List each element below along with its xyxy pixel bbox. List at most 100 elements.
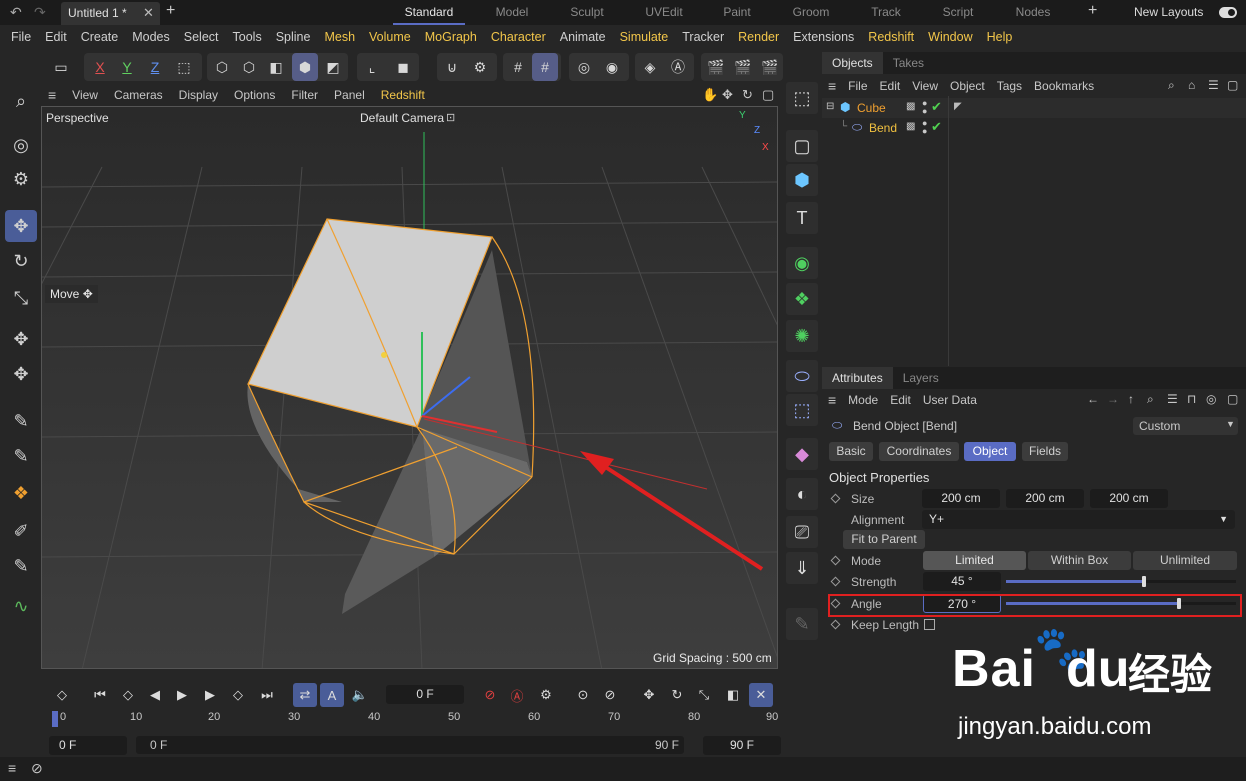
subtab-fields[interactable]: Fields	[1022, 442, 1068, 461]
next-frame-icon[interactable]: ▶	[198, 683, 222, 707]
menu-render[interactable]: Render	[731, 25, 786, 49]
new-layouts-label[interactable]: New Layouts	[1134, 5, 1203, 19]
keyframe-diamond-icon[interactable]	[830, 619, 841, 630]
tab-attributes[interactable]: Attributes	[822, 367, 893, 389]
knife-icon[interactable]: ✎	[5, 550, 37, 582]
keyframe-diamond-icon[interactable]	[830, 555, 841, 566]
start-frame-field[interactable]: 0 F	[49, 736, 127, 755]
environment-icon[interactable]: ◐	[786, 478, 818, 510]
menu-extensions[interactable]: Extensions	[786, 25, 861, 49]
cloner-icon[interactable]: ❖	[786, 283, 818, 315]
tab-takes[interactable]: Takes	[883, 52, 934, 74]
axis-z-toggle[interactable]: Z	[142, 53, 168, 81]
keep-length-checkbox[interactable]	[924, 619, 935, 630]
new-panel-icon[interactable]: ▢	[1227, 392, 1238, 406]
radial-target-icon[interactable]: ◎	[571, 53, 597, 81]
target-icon[interactable]: ◎	[1206, 392, 1216, 406]
tag-icon[interactable]: ◤	[954, 101, 962, 112]
edges-mode-icon[interactable]: ⬡	[236, 53, 262, 81]
menu-tracker[interactable]: Tracker	[675, 25, 731, 49]
object-name-bend[interactable]: Bend	[869, 121, 897, 135]
close-tab-icon[interactable]: ✕	[143, 5, 154, 21]
layout-tab-groom[interactable]: Groom	[775, 0, 847, 25]
objects-hamburger-icon[interactable]: ≡	[822, 78, 842, 94]
obj-menu-bookmarks[interactable]: Bookmarks	[1028, 79, 1100, 93]
forward-arrow-icon[interactable]: →	[1107, 392, 1119, 406]
menu-file[interactable]: File	[4, 25, 38, 49]
key-lock-icon[interactable]: ⊙	[571, 683, 595, 707]
subtab-coordinates[interactable]: Coordinates	[879, 442, 959, 461]
render-a-icon[interactable]: Ⓐ	[665, 53, 691, 81]
home-icon[interactable]: ⌂	[1188, 78, 1195, 92]
fit-to-parent-button[interactable]: Fit to Parent	[843, 530, 925, 549]
preset-dropdown[interactable]: Custom ▼	[1133, 417, 1238, 435]
status-check-icon[interactable]: ⊘	[31, 760, 43, 777]
subdivision-icon[interactable]: ◉	[786, 247, 818, 279]
attr-menu-user-data[interactable]: User Data	[917, 393, 983, 407]
menu-simulate[interactable]: Simulate	[613, 25, 676, 49]
visibility-dots-icon[interactable]: ● ●	[922, 99, 927, 116]
key-rotation-icon[interactable]: ↻	[665, 683, 689, 707]
menu-select[interactable]: Select	[177, 25, 226, 49]
grid-snap-icon[interactable]: #	[505, 53, 531, 81]
viewport-hamburger-icon[interactable]: ≡	[40, 85, 64, 105]
prev-frame-icon[interactable]: ◀	[143, 683, 167, 707]
timeline-ruler[interactable]: 0 10 20 30 40 50 60 70 80 90	[52, 711, 778, 729]
layout-tab-sculpt[interactable]: Sculpt	[551, 0, 623, 25]
menu-character[interactable]: Character	[484, 25, 553, 49]
sound-icon[interactable]: 🔈	[348, 683, 372, 707]
deformer-icon[interactable]: ⬭	[786, 360, 818, 392]
vp-menu-display[interactable]: Display	[171, 85, 226, 105]
go-to-end-icon[interactable]: ⏭	[255, 683, 279, 707]
expand-toggle-icon[interactable]: ⊟	[826, 101, 834, 112]
object-name-cube[interactable]: Cube	[857, 101, 886, 115]
effector-icon[interactable]: ✺	[786, 320, 818, 352]
redo-icon[interactable]: ↷	[34, 4, 46, 21]
render-settings-icon[interactable]: 🎬	[757, 53, 783, 81]
key-pla-icon[interactable]: ✕	[749, 683, 773, 707]
layouts-toggle-icon[interactable]	[1219, 7, 1237, 18]
back-arrow-icon[interactable]: ←	[1087, 392, 1099, 406]
auto-icon[interactable]: A	[320, 683, 344, 707]
mode-unlimited-option[interactable]: Unlimited	[1133, 551, 1237, 570]
strength-slider[interactable]	[1006, 576, 1236, 587]
layout-tab-track[interactable]: Track	[850, 0, 922, 25]
vp-menu-options[interactable]: Options	[226, 85, 283, 105]
current-frame-field[interactable]: 0 F	[386, 685, 464, 704]
visibility-dots-icon[interactable]: ● ●	[922, 119, 927, 136]
lock-icon[interactable]: ⊓	[1187, 392, 1196, 406]
vp-menu-panel[interactable]: Panel	[326, 85, 373, 105]
key-filter-icon[interactable]: ⊘	[598, 683, 622, 707]
keyframe-diamond-icon[interactable]	[830, 576, 841, 587]
multi-transform-icon[interactable]: ✥	[5, 358, 37, 390]
workplane-icon[interactable]: ⌞	[359, 53, 385, 81]
menu-tools[interactable]: Tools	[226, 25, 269, 49]
pan-hand-icon[interactable]: ✋	[702, 87, 718, 103]
vp-menu-view[interactable]: View	[64, 85, 106, 105]
attr-menu-mode[interactable]: Mode	[842, 393, 884, 407]
null-object-icon[interactable]: ⬚	[786, 82, 818, 114]
pen-tool-icon[interactable]: ✎	[5, 405, 37, 437]
alignment-dropdown[interactable]: Y+ ▼	[922, 510, 1235, 529]
obj-menu-object[interactable]: Object	[944, 79, 991, 93]
menu-window[interactable]: Window	[921, 25, 979, 49]
play-icon[interactable]: ▶	[170, 683, 194, 707]
object-row-cube[interactable]: ⊟ ⬢ Cube ▩ ● ● ✔ ◤	[822, 98, 1246, 118]
render-view-icon[interactable]: 🎬	[703, 53, 729, 81]
size-x-field[interactable]: 200 cm	[922, 489, 1000, 508]
rotate-view-icon[interactable]: ↻	[742, 87, 753, 103]
layout-tab-model[interactable]: Model	[476, 0, 548, 25]
vp-menu-redshift[interactable]: Redshift	[373, 85, 433, 105]
attr-menu-edit[interactable]: Edit	[884, 393, 917, 407]
transform-tool-icon[interactable]: ✥	[5, 323, 37, 355]
selection-cursor-icon[interactable]: ◎	[5, 129, 37, 161]
cube-primitive-icon[interactable]: ⬢	[786, 164, 818, 196]
layout-tab-paint[interactable]: Paint	[701, 0, 773, 25]
tweak-icon[interactable]: ⚙	[5, 163, 37, 195]
layout-tab-script[interactable]: Script	[922, 0, 994, 25]
layout-tab-nodes[interactable]: Nodes	[997, 0, 1069, 25]
key-position-icon[interactable]: ✥	[637, 683, 661, 707]
snap-enabled-icon[interactable]: #	[532, 53, 558, 81]
magnet-icon[interactable]: ⊍	[439, 53, 465, 81]
vp-menu-cameras[interactable]: Cameras	[106, 85, 171, 105]
